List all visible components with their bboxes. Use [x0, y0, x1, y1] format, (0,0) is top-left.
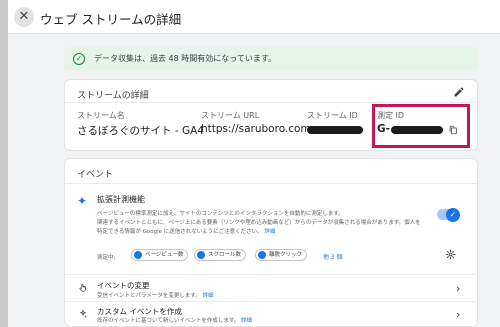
close-icon: ✕ — [18, 9, 30, 24]
click-icon — [258, 251, 266, 259]
eye-icon — [134, 251, 142, 259]
row-divider — [65, 301, 477, 302]
measurement-id-highlight — [372, 104, 470, 148]
panel-header: ✕ ウェブ ストリームの詳細 — [8, 0, 500, 34]
check-circle-icon: ✓ — [73, 53, 85, 65]
modify-events-desc-text: 受信イベントとパラメータを変更します。 — [97, 293, 201, 299]
sparkle-touch-icon — [80, 309, 87, 318]
gear-icon[interactable] — [445, 249, 456, 260]
more-events-link[interactable]: 他 3 個 — [323, 252, 343, 261]
measuring-label: 測定中: — [97, 255, 116, 261]
chip-outbound-clicks: 離脱クリック — [255, 249, 308, 261]
chip-label: スクロール数 — [208, 252, 242, 258]
stream-details-panel: ✕ ウェブ ストリームの詳細 ✓ データ収集は、過去 48 時間有効になっていま… — [8, 0, 500, 327]
sparkle-icon: ✦ — [77, 194, 88, 208]
stream-url-value: https://saruboro.com — [201, 123, 311, 135]
enhanced-desc-line1: ページビューの標準測定に加え、サイトのコンテンツとのインタラクションを自動的に測… — [97, 211, 344, 217]
modify-events-learn-more-link[interactable]: 詳細 — [203, 293, 214, 299]
row-divider — [65, 274, 477, 275]
enhanced-measurement-title: 拡張計測機能 — [97, 195, 145, 204]
stream-name-label: ストリーム名 — [77, 111, 125, 120]
stream-id-label: ストリーム ID — [307, 111, 358, 120]
scroll-icon — [197, 251, 205, 259]
card-divider — [65, 102, 477, 103]
stream-url-label: ストリーム URL — [201, 111, 260, 120]
touch-icon — [79, 284, 86, 292]
toggle-check-icon: ✓ — [446, 207, 460, 222]
enhanced-desc-line3-text: 特定できる情報が Google に送信されないようにご注意ください。 — [97, 229, 263, 235]
events-title: イベント — [77, 170, 114, 180]
stream-details-card: ストリームの詳細 ストリーム名 さるぼろぐのサイト - GA4 ストリーム UR… — [64, 79, 478, 151]
enhanced-measurement-toggle[interactable]: ✓ — [437, 207, 460, 222]
create-custom-event-desc-text: 既存のイベントに基づいて新しいイベントを作成します。 — [97, 318, 240, 324]
stream-name-value: さるぼろぐのサイト - GA4 — [77, 125, 204, 137]
card-divider — [65, 183, 477, 184]
chevron-right-icon: › — [456, 308, 461, 321]
panel-title: ウェブ ストリームの詳細 — [40, 12, 182, 27]
enhanced-learn-more-link[interactable]: 詳細 — [264, 229, 275, 235]
events-card: イベント ✦ 拡張計測機能 ページビューの標準測定に加え、サイトのコンテンツとの… — [64, 158, 478, 327]
notice-text: データ収集は、過去 48 時間有効になっています。 — [94, 54, 277, 63]
chip-scrolls: スクロール数 — [194, 249, 247, 261]
chip-label: 離脱クリック — [269, 252, 303, 258]
create-custom-event-desc: 既存のイベントに基づいて新しいイベントを作成します。 詳細 — [97, 316, 252, 324]
chevron-right-icon: › — [456, 282, 461, 295]
stream-id-redacted — [307, 126, 363, 134]
close-button[interactable]: ✕ — [14, 7, 34, 27]
stream-details-title: ストリームの詳細 — [77, 91, 149, 101]
create-custom-event-learn-more-link[interactable]: 詳細 — [241, 318, 252, 324]
modify-events-title: イベントの変更 — [97, 281, 150, 290]
chip-page-views: ページビュー数 — [131, 249, 189, 261]
edit-icon[interactable] — [453, 86, 465, 98]
modify-events-desc: 受信イベントとパラメータを変更します。 詳細 — [97, 291, 214, 299]
chip-label: ページビュー数 — [145, 252, 184, 258]
data-collection-notice: ✓ データ収集は、過去 48 時間有効になっています。 — [64, 47, 478, 71]
enhanced-desc-line2: 関連するイベントとともに、ページ上にある要素（リンクや埋め込み動画など）からのデ… — [97, 220, 421, 226]
background-overlay — [0, 0, 8, 327]
enhanced-desc-line3: 特定できる情報が Google に送信されないようにご注意ください。 詳細 — [97, 227, 275, 235]
